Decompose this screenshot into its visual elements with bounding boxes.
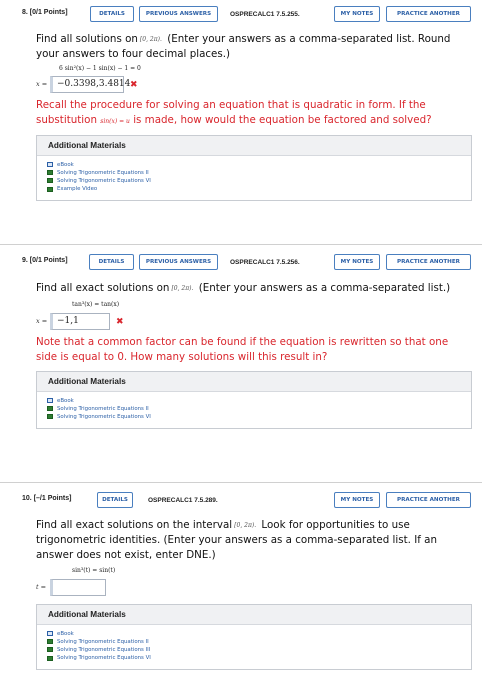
additional-materials-title: Additional Materials [37,136,471,156]
incorrect-icon: ✖ [116,315,124,326]
material-link[interactable]: Solving Trigonometric Equations II [47,169,471,176]
my-notes-button[interactable]: MY NOTES [334,6,380,22]
ebook-icon [47,162,53,168]
question-8-number: 8. [0/1 Points] [22,9,68,16]
answer-label: x = [36,317,48,325]
question-10-header: 10. [–/1 Points] DETAILS OSPRECALC1 7.5.… [0,490,482,514]
question-9-header: 9. [0/1 Points] DETAILS PREVIOUS ANSWERS… [0,252,482,276]
question-10-answer-row: t = [36,578,472,596]
section-icon [47,178,53,184]
section-icon [47,170,53,176]
section-icon [47,647,53,653]
incorrect-icon: ✖ [130,78,138,89]
video-icon [47,186,53,192]
question-10-body: Find all exact solutions on the interval… [36,518,472,670]
answer-input[interactable] [50,578,106,596]
question-10-prompt: Find all exact solutions on the interval… [36,519,437,561]
question-8-answer-row: x = −0.3398,3.4814 ✖ [36,75,472,93]
previous-answers-button[interactable]: PREVIOUS ANSWERS [139,6,218,22]
question-9-body: Find all exact solutions on [0, 2π). (Ent… [36,281,472,429]
ebook-icon [47,631,53,637]
question-8-feedback: Recall the procedure for solving an equa… [36,99,432,126]
divider [0,244,482,245]
question-9-equation: tan³(x) = tan(x) [72,301,120,308]
question-10-code: OSPRECALC1 7.5.289. [148,497,218,504]
material-ebook[interactable]: eBook [47,161,471,168]
additional-materials-title: Additional Materials [37,372,471,392]
answer-input[interactable]: −1,1 [50,312,110,330]
additional-materials: Additional Materials eBook Solving Trigo… [36,135,472,201]
details-button[interactable]: DETAILS [97,492,133,508]
my-notes-button[interactable]: MY NOTES [334,254,380,270]
section-icon [47,639,53,645]
previous-answers-button[interactable]: PREVIOUS ANSWERS [139,254,218,270]
question-10-equation: sin³(t) = sin(t) [72,567,116,574]
material-ebook[interactable]: eBook [47,397,471,404]
practice-another-button[interactable]: PRACTICE ANOTHER [386,492,471,508]
question-8-header: 8. [0/1 Points] DETAILS PREVIOUS ANSWERS… [0,4,482,28]
question-9-code: OSPRECALC1 7.5.256. [230,259,300,266]
practice-another-button[interactable]: PRACTICE ANOTHER [386,6,471,22]
answer-input[interactable]: −0.3398,3.4814 [50,75,130,93]
section-icon [47,655,53,661]
my-notes-button[interactable]: MY NOTES [334,492,380,508]
answer-label: t = [36,583,47,591]
material-link[interactable]: Solving Trigonometric Equations II [47,405,471,412]
answer-label: x = [36,80,48,88]
details-button[interactable]: DETAILS [90,6,134,22]
question-8-code: OSPRECALC1 7.5.255. [230,11,300,18]
material-ebook[interactable]: eBook [47,630,471,637]
ebook-icon [47,398,53,404]
additional-materials: Additional Materials eBook Solving Trigo… [36,371,472,429]
material-link[interactable]: Solving Trigonometric Equations VI [47,413,471,420]
material-link[interactable]: Solving Trigonometric Equations VI [47,655,471,662]
question-10-number: 10. [–/1 Points] [22,495,72,502]
material-link[interactable]: Solving Trigonometric Equations II [47,638,471,645]
material-link[interactable]: Solving Trigonometric Equations III [47,646,471,653]
additional-materials: Additional Materials eBook Solving Trigo… [36,604,472,670]
question-8-body: Find all solutions on [0, 2π). (Enter you… [36,32,472,201]
material-link[interactable]: Solving Trigonometric Equations VI [47,177,471,184]
question-9-prompt: Find all exact solutions on [0, 2π). (Ent… [36,282,451,294]
additional-materials-title: Additional Materials [37,605,471,625]
details-button[interactable]: DETAILS [89,254,134,270]
question-9-feedback: Note that a common factor can be found i… [36,336,449,363]
section-icon [47,414,53,420]
question-9-number: 9. [0/1 Points] [22,257,68,264]
question-9-answer-row: x = −1,1 ✖ [36,312,472,330]
question-8-equation: 6 sin²(x) − 1 sin(x) − 1 = 0 [59,65,141,72]
material-video[interactable]: Example Video [47,186,471,193]
divider [0,482,482,483]
question-8-prompt: Find all solutions on [0, 2π). (Enter you… [36,33,451,60]
practice-another-button[interactable]: PRACTICE ANOTHER [386,254,471,270]
section-icon [47,406,53,412]
